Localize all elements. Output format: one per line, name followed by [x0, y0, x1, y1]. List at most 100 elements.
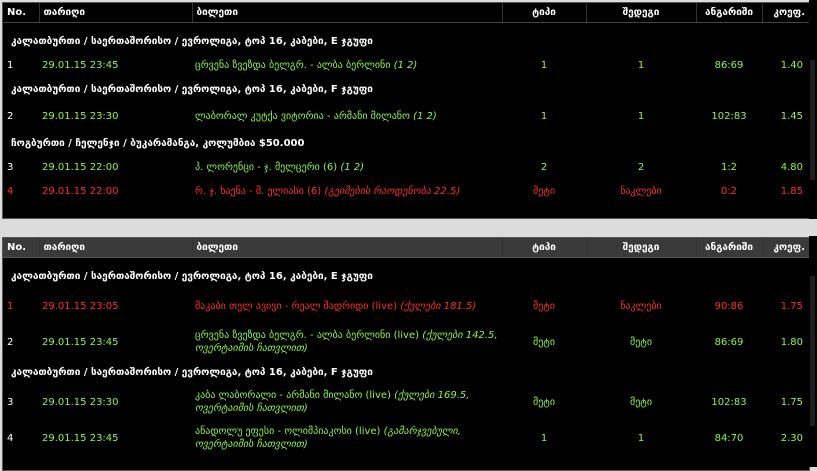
group-title: კალათბურთი / საერთაშორისო / ევროლიგა, ტო…	[11, 35, 373, 47]
row-score: 90:86	[714, 300, 744, 312]
row-number: 2	[7, 336, 14, 348]
row-ticket: ანადოლუ ეფესი - ოლიმპიაკოსი (live) (გამა…	[192, 420, 502, 456]
row-ticket: პ. ლორენცი - ჯ. მელცერი (6) (1 2)	[192, 155, 502, 179]
row-type: 2	[540, 161, 548, 173]
ticket-table-2: No. თარიღი ბილეთი ტიპი შედეგი ანგარიში კ…	[2, 237, 810, 471]
table-row[interactable]: 2 29.01.15 23:45 ცრვენა ზვეზდა ბელგრ. - …	[3, 324, 809, 360]
ticket-note: (1 2)	[340, 161, 365, 173]
ticket-note: (1 2)	[413, 110, 437, 122]
row-result: ნაკლები	[620, 300, 662, 312]
row-coef: 1.75	[780, 396, 803, 408]
col-header-date[interactable]: თარიღი	[39, 3, 193, 23]
row-result: მეტი	[629, 396, 653, 408]
table-row[interactable]: 3 29.01.15 22:00 პ. ლორენცი - ჯ. მელცერი…	[3, 155, 809, 179]
table-header: No. თარიღი ბილეთი ტიპი შედეგი ანგარიში კ…	[3, 3, 809, 23]
col-header-score[interactable]: ანგარიში	[696, 3, 763, 23]
table-row[interactable]: 4 29.01.15 22:00 რ. ჯ. ხაენა - მ. ელიასი…	[3, 179, 809, 203]
ticket-note: (ქულები 181.5)	[400, 300, 477, 312]
group-header: კალათბურთი / საერთაშორისო / ევროლიგა, ტო…	[3, 360, 809, 384]
scrollbar-1[interactable]	[809, 0, 817, 219]
row-type: მეტი	[532, 300, 556, 312]
row-coef: 1.80	[780, 336, 803, 348]
table-row[interactable]: 4 29.01.15 23:45 ანადოლუ ეფესი - ოლიმპია…	[3, 420, 809, 456]
col-header-date[interactable]: თარიღი	[39, 238, 193, 258]
row-type: 1	[540, 59, 548, 71]
col-header-score[interactable]: ანგარიში	[696, 238, 763, 258]
row-ticket: ლაბორალ კუტქა ვიტორია - არმანი მილანო (1…	[192, 101, 502, 131]
table-header: No. თარიღი ბილეთი ტიპი შედეგი ანგარიში კ…	[3, 238, 809, 258]
row-ticket: მაკაბი თელ ავივი - რეალ მადრიდი (live) (…	[192, 288, 502, 324]
row-result: 2	[637, 161, 645, 173]
ticket-teams: ანადოლუ ეფესი - ოლიმპიაკოსი (live)	[195, 426, 384, 437]
ticket-note: (1 2)	[393, 59, 418, 71]
row-score: 0:2	[720, 185, 738, 197]
row-coef: 1.40	[780, 59, 803, 71]
col-header-ticket[interactable]: ბილეთი	[192, 3, 503, 23]
row-number: 3	[7, 396, 14, 408]
row-type: 1	[540, 432, 548, 444]
ticket-teams: მაკაბი თელ ავივი - რეალ მადრიდი (live)	[195, 300, 401, 312]
ticket-note: (გეიმების რაოდენობა 22.5)	[324, 185, 461, 197]
col-header-type[interactable]: ტიპი	[502, 3, 587, 23]
group-title: კალათბურთი / საერთაშორისო / ევროლიგა, ტო…	[11, 366, 373, 378]
group-title: კალათბურთი / საერთაშორისო / ევროლიგა, ტო…	[11, 83, 373, 95]
table-row[interactable]: 1 29.01.15 23:05 მაკაბი თელ ავივი - რეალ…	[3, 288, 809, 324]
col-header-no[interactable]: No.	[3, 238, 40, 258]
row-coef: 1.45	[780, 110, 803, 122]
group-title: ჩოგბურთი / ჩელენჯი / ბუკარამანგა, კოლუმბ…	[11, 137, 305, 149]
row-result: 1	[637, 59, 645, 71]
ticket-teams: ლაბორალ კუტქა ვიტორია - არმანი მილანო	[195, 110, 414, 122]
col-header-coef[interactable]: კოეფ.	[762, 3, 809, 23]
row-date: 29.01.15 23:45	[42, 432, 119, 444]
row-type: 1	[540, 110, 548, 122]
row-type: მეტი	[532, 185, 556, 197]
row-result: ნაკლები	[620, 185, 662, 197]
table-row[interactable]: 3 29.01.15 23:30 კაბა ლაბორალი - არმანი …	[3, 384, 809, 420]
ticket-teams: პ. ლორენცი - ჯ. მელცერი (6)	[195, 161, 341, 173]
ticket-table: No. თარიღი ბილეთი ტიპი შედეგი ანგარიში კ…	[3, 238, 809, 456]
row-score: 86:69	[714, 336, 744, 348]
row-date: 29.01.15 23:45	[42, 59, 119, 71]
col-header-coef[interactable]: კოეფ.	[762, 238, 809, 258]
row-coef: 2.30	[780, 432, 803, 444]
group-header: ჩოგბურთი / ჩელენჯი / ბუკარამანგა, კოლუმბ…	[3, 131, 809, 155]
scrollbar-thumb[interactable]	[810, 276, 815, 426]
ticket-table-1: No. თარიღი ბილეთი ტიპი შედეგი ანგარიში კ…	[2, 2, 810, 219]
col-header-result[interactable]: შედეგი	[586, 3, 697, 23]
table-row[interactable]: 1 29.01.15 23:45 ცრვენა ზვეზდა ბელგრ. - …	[3, 53, 809, 77]
ticket-teams: ცრვენა ზვეზდა ბელგრ. - ალბა ბერლინი (liv…	[195, 330, 423, 341]
row-result: 1	[637, 110, 645, 122]
col-header-type[interactable]: ტიპი	[502, 238, 587, 258]
table-row[interactable]: 2 29.01.15 23:30 ლაბორალ კუტქა ვიტორია -…	[3, 101, 809, 131]
row-coef: 1.75	[780, 300, 803, 312]
ticket-teams: კაბა ლაბორალი - არმანი მილანო (live)	[195, 390, 395, 401]
row-number: 2	[7, 110, 14, 122]
row-number: 4	[7, 185, 14, 197]
scrollbar-thumb[interactable]	[810, 60, 815, 180]
row-number: 1	[7, 59, 14, 71]
row-score: 102:83	[711, 396, 747, 408]
row-type: მეტი	[532, 396, 556, 408]
row-result: მეტი	[629, 336, 653, 348]
row-date: 29.01.15 23:30	[42, 110, 119, 122]
row-ticket: ცრვენა ზვეზდა ბელგრ. - ალბა ბერლინი (liv…	[192, 324, 502, 360]
row-coef: 1.85	[780, 185, 803, 197]
row-date: 29.01.15 22:00	[42, 185, 119, 197]
col-header-ticket[interactable]: ბილეთი	[192, 238, 503, 258]
col-header-no[interactable]: No.	[3, 3, 40, 23]
row-score: 84:70	[714, 432, 744, 444]
row-score: 1:2	[720, 161, 738, 173]
row-result: 1	[637, 432, 645, 444]
row-number: 1	[7, 300, 14, 312]
row-ticket: ცრვენა ზვეზდა ბელგრ. - ალბა ბერლინი (1 2…	[192, 53, 502, 77]
row-coef: 4.80	[780, 161, 803, 173]
scrollbar-2[interactable]	[809, 236, 817, 467]
row-score: 86:69	[714, 59, 744, 71]
ticket-teams: ცრვენა ზვეზდა ბელგრ. - ალბა ბერლინი	[195, 59, 394, 71]
col-header-result[interactable]: შედეგი	[586, 238, 697, 258]
ticket-teams: რ. ჯ. ხაენა - მ. ელიასი (6)	[195, 185, 325, 197]
row-ticket: კაბა ლაბორალი - არმანი მილანო (live) (ქუ…	[192, 384, 502, 420]
row-ticket: რ. ჯ. ხაენა - მ. ელიასი (6) (გეიმების რა…	[192, 179, 502, 203]
row-score: 102:83	[711, 110, 747, 122]
row-date: 29.01.15 23:05	[42, 300, 119, 312]
